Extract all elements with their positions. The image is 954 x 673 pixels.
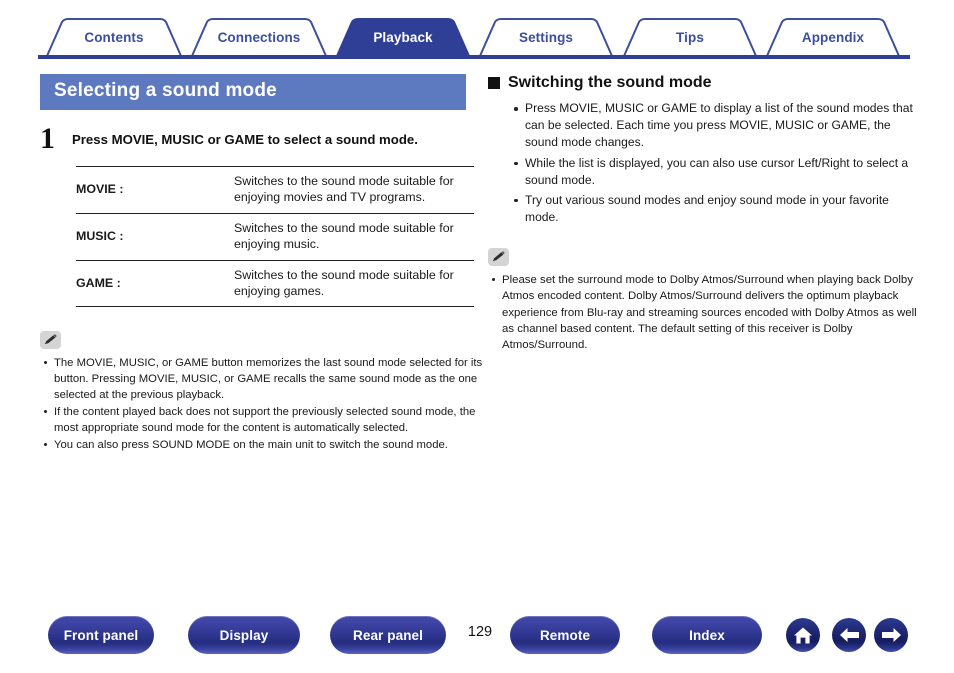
note-block-right: Please set the surround mode to Dolby At… <box>488 248 918 353</box>
note-block-left: The MOVIE, MUSIC, or GAME button memoriz… <box>40 331 490 453</box>
list-item: Press MOVIE, MUSIC or GAME to display a … <box>510 100 918 152</box>
table-row: MOVIE : Switches to the sound mode suita… <box>76 166 474 214</box>
section-heading-switching: Switching the sound mode <box>488 74 918 92</box>
tab-tips[interactable]: Tips <box>624 18 756 56</box>
step-1: 1 Press MOVIE, MUSIC or GAME to select a… <box>40 124 490 154</box>
back-button[interactable] <box>832 618 866 652</box>
footer-bar: Front panel Display Rear panel 129 Remot… <box>0 616 954 662</box>
arrow-right-icon <box>881 627 902 643</box>
tab-bar: Contents Connections Playback Settings T… <box>0 18 954 60</box>
right-column: Switching the sound mode Press MOVIE, MU… <box>488 74 918 354</box>
pencil-note-icon <box>488 248 509 267</box>
right-bullet-list: Press MOVIE, MUSIC or GAME to display a … <box>510 100 918 226</box>
section-heading-label: Switching the sound mode <box>508 74 712 91</box>
index-button[interactable]: Index <box>652 616 762 654</box>
table-row: GAME : Switches to the sound mode suitab… <box>76 259 474 308</box>
home-button[interactable] <box>786 618 820 652</box>
remote-button[interactable]: Remote <box>510 616 620 654</box>
home-icon <box>793 626 813 645</box>
note-list-left: The MOVIE, MUSIC, or GAME button memoriz… <box>40 355 490 453</box>
mode-desc-movie: Switches to the sound mode suitable for … <box>234 166 474 214</box>
note-item: The MOVIE, MUSIC, or GAME button memoriz… <box>40 355 490 403</box>
display-button[interactable]: Display <box>188 616 300 654</box>
tab-connections[interactable]: Connections <box>192 18 326 56</box>
tab-settings[interactable]: Settings <box>480 18 612 56</box>
tab-contents[interactable]: Contents <box>47 18 181 56</box>
note-item: If the content played back does not supp… <box>40 404 490 436</box>
page-title: Selecting a sound mode <box>40 74 466 110</box>
forward-button[interactable] <box>874 618 908 652</box>
left-column: Selecting a sound mode 1 Press MOVIE, MU… <box>40 74 490 454</box>
list-item: While the list is displayed, you can als… <box>510 155 918 189</box>
step-instruction: Press MOVIE, MUSIC or GAME to select a s… <box>72 132 418 147</box>
note-item: You can also press SOUND MODE on the mai… <box>40 437 490 453</box>
page-number: 129 <box>467 624 493 640</box>
mode-key-game: GAME : <box>76 259 234 308</box>
rear-panel-button[interactable]: Rear panel <box>330 616 446 654</box>
tab-playback[interactable]: Playback <box>337 18 469 56</box>
front-panel-button[interactable]: Front panel <box>48 616 154 654</box>
arrow-left-icon <box>839 627 860 643</box>
mode-key-movie: MOVIE : <box>76 166 234 214</box>
table-row: MUSIC : Switches to the sound mode suita… <box>76 212 474 260</box>
note-item: Please set the surround mode to Dolby At… <box>488 272 918 353</box>
sound-mode-table: MOVIE : Switches to the sound mode suita… <box>76 166 474 308</box>
mode-desc-game: Switches to the sound mode suitable for … <box>234 259 474 308</box>
tab-appendix[interactable]: Appendix <box>767 18 899 56</box>
note-list-right: Please set the surround mode to Dolby At… <box>488 272 918 353</box>
step-number: 1 <box>40 122 55 155</box>
mode-desc-music: Switches to the sound mode suitable for … <box>234 212 474 260</box>
pencil-note-icon <box>40 331 61 350</box>
mode-key-music: MUSIC : <box>76 212 234 260</box>
square-bullet-icon <box>488 77 500 89</box>
list-item: Try out various sound modes and enjoy so… <box>510 192 918 226</box>
